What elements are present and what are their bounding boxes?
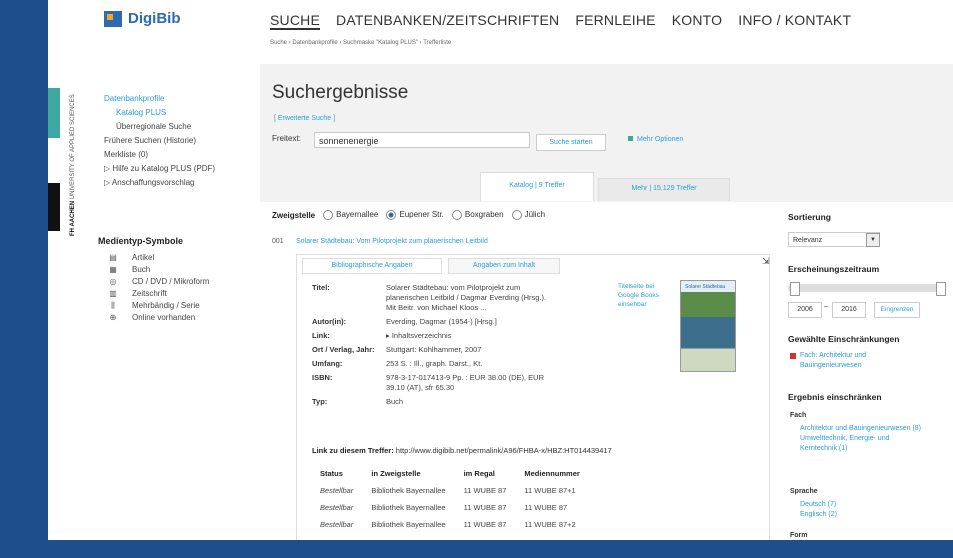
year-from-input[interactable]: 2006 <box>788 302 822 318</box>
blue-left-frame <box>0 0 48 558</box>
facet-sprache-items[interactable]: Deutsch (7) Englisch (2) <box>800 500 860 520</box>
detail-row: Link: ▸ Inhaltsverzeichnis <box>312 331 556 341</box>
media-type-list: ▤ Artikel ▦ Buch ◎ CD / DVD / Mikroform ▥ Ze… <box>108 252 209 324</box>
nav-konto[interactable]: KONTO <box>672 12 723 30</box>
search-button[interactable]: Suche starten <box>536 134 606 151</box>
facet-fach-items[interactable]: Architektur und Bauingenieurwesen (8) Um… <box>800 424 926 454</box>
year-range-dash: – <box>824 303 828 310</box>
facet-form-label: Form <box>790 532 808 539</box>
branch-filter: Zweigstelle Bayernallee Eupener Str. Box… <box>272 210 545 220</box>
facet-sprache-label: Sprache <box>790 488 818 495</box>
toc-link[interactable]: ▸ Inhaltsverzeichnis <box>386 331 556 341</box>
more-options-link[interactable]: Mehr Optionen <box>628 136 683 143</box>
freitext-input[interactable]: sonnenenergie <box>314 132 530 148</box>
media-type-item: ⫼ Mehrbändig / Serie <box>108 300 209 312</box>
detail-row: Ort / Verlag, Jahr: Stuttgart: Kohlhammer… <box>312 345 482 354</box>
sort-title: Sortierung <box>788 212 831 222</box>
detail-row: Titel: Solarer Städtebau: vom Pilotprojek… <box>312 283 547 312</box>
slider-handle-right[interactable] <box>936 282 946 296</box>
radio-icon <box>511 210 522 220</box>
detail-row: Umfang: 253 S. : Ill., graph. Darst., Kt. <box>312 359 483 368</box>
year-range-slider[interactable] <box>788 284 944 292</box>
sidebar-item-hilfe-pdf[interactable]: ▷ Hilfe zu Katalog PLUS (PDF) <box>104 162 215 176</box>
table-row: Bestellbar Bibliothek Bayernallee 11 WUB… <box>320 503 568 512</box>
blue-bottom-frame <box>0 540 953 558</box>
media-type-item: ◎ CD / DVD / Mikroform <box>109 277 210 286</box>
table-header: Status in Zweigstelle im Regal Mediennum… <box>320 469 580 478</box>
narrow-title: Ergebnis einschränken <box>788 392 882 402</box>
radio-checked-icon <box>386 210 397 220</box>
online-icon: ⊕ <box>109 313 117 322</box>
period-title: Erscheinungszeitraum <box>788 264 880 274</box>
remove-filter-icon[interactable] <box>790 353 796 359</box>
detail-row: Typ: Buch <box>312 397 404 406</box>
detail-row: ISBN: 978-3-17-017413-9 Pp. : EUR 38.00 (… <box>312 373 544 392</box>
branch-radio-eupener[interactable]: Eupener Str. <box>386 210 444 220</box>
media-type-item: ▥ Zeitschrift <box>109 289 167 298</box>
logo-text: DigiBib <box>128 10 181 27</box>
media-type-item: ▦ Buch <box>109 265 151 274</box>
branch-radio-bayernallee[interactable]: Bayernallee <box>323 210 378 220</box>
nav-info-kontakt[interactable]: INFO / KONTAKT <box>738 12 851 30</box>
apply-range-button[interactable]: Eingrenzen <box>874 302 920 318</box>
chosen-filter-item[interactable]: Fach: Architektur und Bauingenieurwesen <box>800 351 910 371</box>
nav-suche[interactable]: SUCHE <box>270 12 321 30</box>
fh-aachen-vertical-label: FH AACHEN UNIVERSITY OF APPLIED SCIENCES <box>70 94 76 236</box>
permalink-url[interactable]: http://www.digibib.net/permalink/A96/FHB… <box>396 446 612 455</box>
sidebar-item-katalog-plus[interactable]: Katalog PLUS <box>104 106 215 120</box>
tab-katalog[interactable]: Katalog | 9 Treffer <box>480 172 594 201</box>
detail-row: Autor(in): Everding, Dagmar (1954-) [Hrsg… <box>312 317 497 326</box>
radio-icon <box>323 210 334 220</box>
nav-datenbanken[interactable]: DATENBANKEN/ZEITSCHRIFTEN <box>336 12 559 30</box>
book-cover-image[interactable]: Solarer Städtebau <box>680 280 736 372</box>
digibib-logo-icon <box>104 10 122 27</box>
freitext-label: Freitext: <box>272 134 301 143</box>
bibliographic-details: Titel: Solarer Städtebau: vom Pilotprojek… <box>312 283 556 411</box>
export-icon[interactable]: ⇲ <box>762 256 770 267</box>
holdings-table: Status in Zweigstelle im Regal Mediennum… <box>310 466 588 533</box>
facet-fach-label: Fach <box>790 412 807 419</box>
nav-fernleihe[interactable]: FERNLEIHE <box>575 12 655 30</box>
page-title: Suchergebnisse <box>272 82 409 103</box>
chosen-filters-title: Gewählte Einschränkungen <box>788 334 900 344</box>
media-type-title: Medientyp-Symbole <box>98 236 184 246</box>
sidebar-item-datenbankprofile[interactable]: Datenbankprofile <box>104 92 215 106</box>
slider-handle-left[interactable] <box>790 282 800 296</box>
sidebar-item-ueberregionale-suche[interactable]: Überregionale Suche <box>104 120 215 134</box>
branch-radio-boxgraben[interactable]: Boxgraben <box>451 210 504 220</box>
extended-search-link[interactable]: [ Erweiterte Suche ] <box>274 115 335 122</box>
article-icon: ▤ <box>109 253 117 262</box>
table-row: Bestellbar Bibliothek Bayernallee 11 WUB… <box>320 520 576 529</box>
book-icon: ▦ <box>109 265 117 274</box>
google-books-link[interactable]: Titelseite bei Google Books einsehbar <box>618 282 674 309</box>
radio-icon <box>451 210 462 220</box>
media-type-item: ▤ Artikel <box>109 253 155 262</box>
tab-mehr[interactable]: Mehr | 15.129 Treffer <box>598 178 730 201</box>
teal-accent-bar <box>48 88 60 138</box>
media-type-item: ⊕ Online vorhanden <box>109 313 196 322</box>
year-to-input[interactable]: 2016 <box>832 302 866 318</box>
result-title-link[interactable]: Solarer Städtebau: Vom Pilotprojekt zum … <box>296 238 488 245</box>
table-row: Bestellbar Bibliothek Bayernallee 11 WUB… <box>320 486 576 495</box>
branch-label: Zweigstelle <box>272 210 316 220</box>
black-accent-bar <box>48 183 60 231</box>
sidebar-item-fruehere-suchen[interactable]: Frühere Suchen (Historie) <box>104 134 215 148</box>
sidebar-links: Datenbankprofile Katalog PLUS Überregion… <box>104 92 215 190</box>
branch-radio-juelich[interactable]: Jülich <box>511 210 545 220</box>
tab-bibliographic[interactable]: Bibliographische Angaben <box>302 258 442 274</box>
journal-icon: ▥ <box>109 289 117 298</box>
browser-content: DigiBib SUCHE DATENBANKEN/ZEITSCHRIFTEN … <box>48 0 953 540</box>
digibib-logo[interactable]: DigiBib <box>104 10 181 27</box>
breadcrumb: Suche › Datenbankprofile › Suchmaske "Ka… <box>270 40 452 46</box>
result-number: 001 <box>272 238 284 245</box>
chevron-down-icon[interactable]: ▼ <box>866 233 880 247</box>
top-navigation: SUCHE DATENBANKEN/ZEITSCHRIFTEN FERNLEIH… <box>270 12 867 30</box>
sidebar-item-merkliste[interactable]: Merkliste (0) <box>104 148 215 162</box>
tab-content-info[interactable]: Angaben zum Inhalt <box>448 258 560 274</box>
sidebar-item-anschaffungsvorschlag[interactable]: ▷ Anschaffungsvorschlag <box>104 176 215 190</box>
cd-dvd-icon: ◎ <box>109 277 117 286</box>
series-icon: ⫼ <box>111 301 115 310</box>
permalink: Link zu diesem Treffer: http://www.digib… <box>312 446 612 455</box>
